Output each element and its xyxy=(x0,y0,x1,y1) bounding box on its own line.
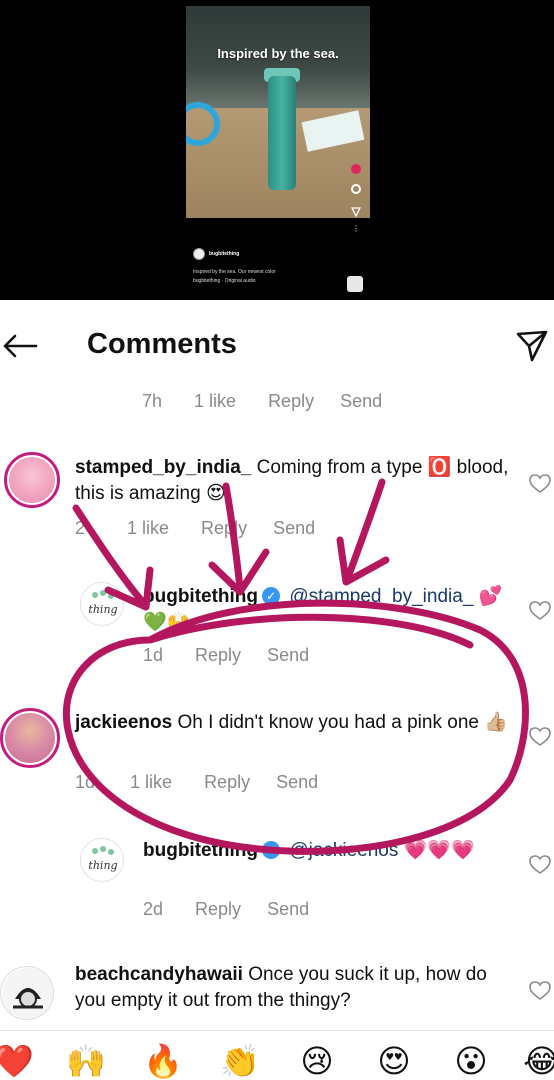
comment-meta: 1d Reply Send xyxy=(143,645,309,666)
audio-thumbnail[interactable] xyxy=(347,276,363,292)
share-icon[interactable] xyxy=(351,204,361,218)
reaction-heart-eyes-button[interactable]: 😍 xyxy=(374,1043,414,1079)
brand-logo-icon: thing xyxy=(88,846,118,872)
comment-time: 2 xyxy=(75,518,86,538)
heart-outline-icon xyxy=(529,855,551,874)
avatar[interactable] xyxy=(4,452,60,508)
back-arrow-icon xyxy=(3,334,38,358)
previous-comment-meta: 7h 1 like Reply Send xyxy=(142,391,382,412)
comment-meta: 2d Reply Send xyxy=(143,899,309,920)
video-caption: Inspired by the sea. xyxy=(217,46,339,61)
avatar[interactable]: thing xyxy=(80,838,124,882)
heart-outline-icon xyxy=(529,601,551,620)
comment-body: stamped_by_india_ Coming from a type 🅾️ … xyxy=(75,455,515,507)
avatar[interactable] xyxy=(0,708,60,768)
send-comment-button[interactable]: Send xyxy=(267,645,309,666)
comment-time: 7h xyxy=(142,391,163,411)
comment-time: 1d xyxy=(143,645,164,665)
send-button[interactable] xyxy=(512,326,552,366)
video-description: Inspired by the sea. Our newest color xyxy=(193,269,276,275)
comment-likes[interactable]: 1 like xyxy=(127,518,169,539)
comment-text: 💗💗💗 xyxy=(403,840,475,861)
reaction-fire-button[interactable]: 🔥 xyxy=(143,1043,183,1079)
back-button[interactable] xyxy=(0,330,40,362)
like-comment-button[interactable] xyxy=(526,723,554,751)
reply-button[interactable]: Reply xyxy=(268,391,314,412)
like-comment-button[interactable] xyxy=(526,851,554,879)
heart-outline-icon xyxy=(529,727,551,746)
reaction-crying-button[interactable]: 😢 xyxy=(297,1043,337,1079)
comment-time: 1d xyxy=(75,772,96,792)
comment-username[interactable]: bugbitething xyxy=(143,840,258,861)
svg-text:thing: thing xyxy=(88,603,117,616)
comment-mention[interactable]: @stamped_by_india_ xyxy=(289,586,473,607)
video-avatar[interactable] xyxy=(193,248,205,260)
reaction-laughing-button[interactable]: 😂 xyxy=(522,1043,554,1079)
like-comment-button[interactable] xyxy=(526,597,554,625)
comment-body: jackieenos Oh I didn't know you had a pi… xyxy=(75,710,515,736)
comment-username[interactable]: jackieenos xyxy=(75,712,172,733)
like-comment-button[interactable] xyxy=(526,470,554,498)
comment-body: bugbitething ✓ @jackieenos 💗💗💗 xyxy=(143,838,513,864)
svg-text:thing: thing xyxy=(88,859,117,872)
comment-text: Oh I didn't know you had a pink one 👍🏼 xyxy=(177,712,508,733)
video-username[interactable]: bugbitething xyxy=(209,250,239,259)
verified-badge-icon: ✓ xyxy=(262,587,281,605)
comment-likes[interactable]: 1 like xyxy=(194,391,236,412)
send-comment-button[interactable]: Send xyxy=(267,899,309,920)
paper-plane-icon xyxy=(516,330,548,362)
reaction-raised-hands-button[interactable]: 🙌 xyxy=(66,1043,106,1079)
video-audio[interactable]: bugbitething · Original audio xyxy=(193,277,373,286)
reaction-surprised-button[interactable]: 😮 xyxy=(451,1043,491,1079)
like-comment-button[interactable] xyxy=(526,977,554,1005)
comment-meta: 1d 1 like Reply Send xyxy=(75,772,318,793)
avatar[interactable] xyxy=(0,966,54,1020)
send-comment-button[interactable]: Send xyxy=(273,518,315,539)
send-comment-button[interactable]: Send xyxy=(276,772,318,793)
reaction-heart-button[interactable]: ❤️ xyxy=(0,1043,34,1079)
reply-button[interactable]: Reply xyxy=(201,518,247,539)
comment-body: beachcandyhawaii Once you suck it up, ho… xyxy=(75,962,515,1014)
more-icon[interactable]: ⋮ xyxy=(351,224,361,234)
brand-logo-icon: thing xyxy=(88,590,118,616)
comment-meta: 2 1 like Reply Send xyxy=(75,518,315,539)
video-frame[interactable]: Inspired by the sea. xyxy=(186,6,370,218)
like-icon[interactable] xyxy=(351,164,361,174)
verified-badge-icon: ✓ xyxy=(262,841,281,859)
comment-username[interactable]: bugbitething xyxy=(143,586,258,607)
comment-username[interactable]: stamped_by_india_ xyxy=(75,457,251,478)
page-title: Comments xyxy=(87,328,237,360)
reply-button[interactable]: Reply xyxy=(195,899,241,920)
comment-body: bugbitething ✓ @stamped_by_india_ 💕💚🙌 xyxy=(143,584,513,636)
comment-mention[interactable]: @jackieenos xyxy=(289,840,398,861)
send-comment-button[interactable]: Send xyxy=(340,391,382,412)
video-meta: bugbitething Inspired by the sea. Our ne… xyxy=(193,248,373,286)
comments-header xyxy=(0,300,554,384)
video-tube-product xyxy=(268,76,296,190)
comment-likes[interactable]: 1 like xyxy=(130,772,172,793)
video-preview[interactable]: Inspired by the sea. ⋮ bugbitething Insp… xyxy=(0,0,554,300)
heart-outline-icon xyxy=(529,474,551,493)
avatar-illustration xyxy=(2,968,53,1019)
reaction-clap-button[interactable]: 👏 xyxy=(220,1043,260,1079)
annotation-arrowhead-right xyxy=(336,536,390,586)
comment-time: 2d xyxy=(143,899,164,919)
comment-icon[interactable] xyxy=(351,184,361,194)
heart-outline-icon xyxy=(529,981,551,1000)
reply-button[interactable]: Reply xyxy=(204,772,250,793)
comment-username[interactable]: beachcandyhawaii xyxy=(75,964,243,985)
reply-button[interactable]: Reply xyxy=(195,645,241,666)
video-side-actions: ⋮ xyxy=(348,164,364,244)
avatar[interactable]: thing xyxy=(80,582,124,626)
